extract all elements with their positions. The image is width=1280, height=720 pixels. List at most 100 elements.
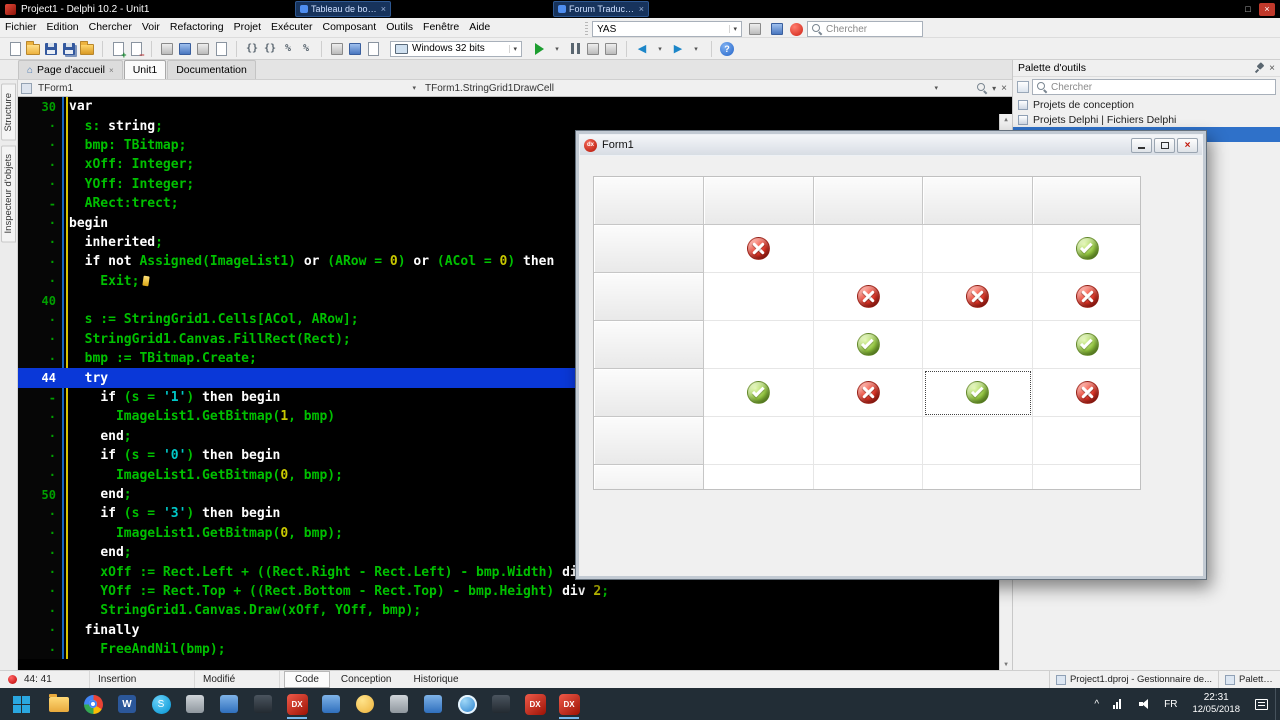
grid-cell-3-4[interactable] <box>1033 321 1140 369</box>
tab-close-icon[interactable]: × <box>381 4 386 14</box>
open-file-icon[interactable] <box>24 40 42 58</box>
trace-into-icon[interactable] <box>602 40 620 58</box>
taskbar-app-icon-2[interactable] <box>212 688 246 720</box>
taskbar-clock[interactable]: 22:31 12/05/2018 <box>1184 692 1248 716</box>
menu-ex-cuter[interactable]: Exécuter <box>266 18 317 37</box>
background-tab-2[interactable]: Forum Traduction × <box>553 1 649 17</box>
view-tab-historique[interactable]: Historique <box>403 671 470 688</box>
taskbar-app-icon-1[interactable] <box>178 688 212 720</box>
taskbar-app-icon-6[interactable] <box>382 688 416 720</box>
code-line-58[interactable]: · FreeAndNil(bmp); <box>18 639 1012 660</box>
grid-cell-6-3[interactable] <box>923 465 1033 489</box>
string-grid[interactable] <box>593 176 1141 490</box>
view-unit-icon[interactable] <box>158 40 176 58</box>
use-unit-icon[interactable] <box>364 40 382 58</box>
menu-refactoring[interactable]: Refactoring <box>165 18 229 37</box>
toolbar-grip[interactable] <box>585 22 588 36</box>
start-button[interactable] <box>0 688 42 720</box>
grid-cell-6-4[interactable] <box>1033 465 1140 489</box>
new-file-icon[interactable] <box>6 40 24 58</box>
code-line-30[interactable]: 30 var <box>18 97 1012 117</box>
taskbar-delphi-icon-1[interactable]: DX <box>280 688 314 720</box>
step-over-icon[interactable] <box>584 40 602 58</box>
language-indicator[interactable]: FR <box>1157 688 1184 720</box>
tab-close-icon[interactable]: × <box>639 4 644 14</box>
close-button[interactable]: × <box>1177 137 1198 153</box>
taskbar-delphi-icon-2[interactable]: DX <box>518 688 552 720</box>
menu-fichier[interactable]: Fichier <box>0 18 42 37</box>
tab-page-d-accueil[interactable]: ⌂ Page d'accueil × <box>18 60 123 79</box>
action-center-button[interactable] <box>1248 688 1275 720</box>
view-tab-conception[interactable]: Conception <box>330 671 403 688</box>
maximize-button[interactable] <box>1154 137 1175 153</box>
taskbar-app-icon-8[interactable] <box>484 688 518 720</box>
pause-button[interactable] <box>566 40 584 58</box>
menu-aide[interactable]: Aide <box>464 18 495 37</box>
close-button[interactable]: × <box>1259 2 1275 16</box>
taskbar-edge-icon[interactable] <box>450 688 484 720</box>
close-editor-button[interactable]: × <box>1001 83 1007 94</box>
tab-close-icon[interactable]: × <box>109 66 114 75</box>
navigate-back-button[interactable]: ◀ <box>633 40 651 58</box>
show-desktop-button[interactable] <box>1275 688 1280 720</box>
grid-cell-6-1[interactable] <box>704 465 814 489</box>
view-form-icon[interactable] <box>176 40 194 58</box>
close-panel-button[interactable]: × <box>1269 63 1275 74</box>
grid-cell-2-4[interactable] <box>1033 273 1140 321</box>
os-titlebar[interactable]: Project1 - Delphi 10.2 - Unit1 Tableau d… <box>0 0 1280 18</box>
taskbar-app-icon-7[interactable] <box>416 688 450 720</box>
brace-select-icon[interactable]: {} <box>261 40 279 58</box>
scroll-down-icon[interactable]: ▼ <box>1000 661 1012 668</box>
menu-fen-tre[interactable]: Fenêtre <box>418 18 464 37</box>
dock-button-2[interactable]: Palette d'outils <box>1218 671 1280 688</box>
uses-list-icon[interactable] <box>21 82 32 94</box>
new-form-icon[interactable] <box>212 40 230 58</box>
palette-mode-icon[interactable] <box>1017 81 1029 93</box>
grid-cell-4-3[interactable] <box>923 369 1033 417</box>
taskbar-delphi-icon-3[interactable]: DX <box>552 688 586 720</box>
grid-cell-2-3[interactable] <box>923 273 1033 321</box>
grid-cell-5-2[interactable] <box>814 417 923 465</box>
target-platform-combo[interactable]: Windows 32 bits ▾ <box>390 40 522 57</box>
grid-cell-4-4[interactable] <box>1033 369 1140 417</box>
add-file-to-project-icon[interactable] <box>109 40 127 60</box>
coverage-icon[interactable]: % <box>297 40 315 58</box>
grid-cell-1-2[interactable] <box>814 225 923 273</box>
grid-cell-4-1[interactable] <box>704 369 814 417</box>
menu-outils[interactable]: Outils <box>381 18 418 37</box>
run-options-dropdown[interactable]: ▾ <box>548 40 566 58</box>
grid-cell-6-2[interactable] <box>814 465 923 489</box>
scroll-up-icon[interactable]: ▲ <box>1000 116 1012 123</box>
grid-cell-1-3[interactable] <box>923 225 1033 273</box>
taskbar-word-icon[interactable]: W <box>110 688 144 720</box>
taskbar-chrome-icon[interactable] <box>76 688 110 720</box>
toggle-form-unit-icon[interactable] <box>194 40 212 58</box>
search-icon[interactable] <box>977 83 987 93</box>
grid-cell-1-4[interactable] <box>1033 225 1140 273</box>
record-badge-icon[interactable] <box>790 22 803 36</box>
taskbar-app-icon-3[interactable] <box>246 688 280 720</box>
code-line-56[interactable]: · StringGrid1.Canvas.Draw(xOff, YOff, bm… <box>18 601 1012 621</box>
palette-category-projets-de-conception[interactable]: Projets de conception <box>1013 97 1280 112</box>
dock-button-1[interactable]: Project1.dproj - Gestionnaire de... <box>1048 671 1218 688</box>
menu-voir[interactable]: Voir <box>137 18 165 37</box>
grid-cell-3-2[interactable] <box>814 321 923 369</box>
taskbar-app-icon-4[interactable] <box>314 688 348 720</box>
save-all-icon[interactable] <box>60 40 78 58</box>
profile-icon[interactable]: % <box>279 40 297 58</box>
code-line-55[interactable]: · YOff := Rect.Top + ((Rect.Bottom - Rec… <box>18 581 1012 602</box>
macro-record-icon[interactable] <box>8 675 17 684</box>
unit-list-icon[interactable] <box>328 40 346 58</box>
save-icon[interactable] <box>42 40 60 58</box>
navigate-back-dropdown[interactable]: ▾ <box>651 40 669 58</box>
network-icon[interactable] <box>1106 688 1132 720</box>
palette-category-projets-delphi-fichiers-delphi[interactable]: Projets Delphi | Fichiers Delphi <box>1013 112 1280 127</box>
tray-overflow-chevron[interactable]: ^ <box>1087 688 1106 720</box>
taskbar-app-icon-5[interactable] <box>348 688 382 720</box>
remove-file-from-project-icon[interactable] <box>127 40 145 60</box>
form1-window[interactable]: dx Form1 × <box>575 130 1207 580</box>
menu-edition[interactable]: Edition <box>42 18 84 37</box>
grid-cell-5-1[interactable] <box>704 417 814 465</box>
menu-projet[interactable]: Projet <box>229 18 266 37</box>
help-button[interactable]: ? <box>718 40 736 58</box>
